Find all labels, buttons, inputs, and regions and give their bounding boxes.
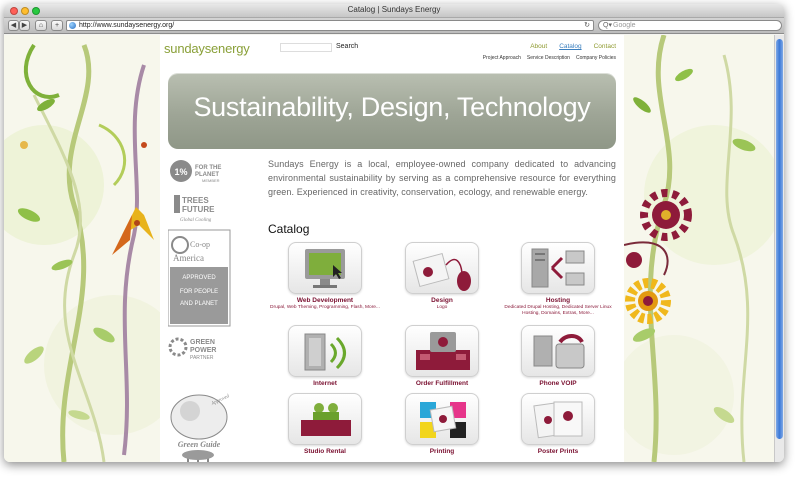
web-viewport: sundaysenergy Search About Catalog Conta… <box>4 35 774 462</box>
forward-button[interactable]: ▶ <box>19 20 30 31</box>
svg-text:FOR THE: FOR THE <box>195 165 221 171</box>
svg-text:TREES: TREES <box>182 196 209 205</box>
svg-text:Green Guide: Green Guide <box>178 440 221 449</box>
tree-badge <box>182 450 214 462</box>
svg-text:FUTURE: FUTURE <box>182 205 215 214</box>
catalog-item-order-fulfillment[interactable] <box>405 325 479 377</box>
catalog-label-phone-voip[interactable]: Phone VOIP <box>503 380 613 387</box>
google-search-field[interactable]: Q▾ Google <box>598 20 782 31</box>
nav-contact[interactable]: Contact <box>594 43 616 50</box>
catalog-desc-hosting: Dedicated Drupal Hosting, Dedicated Serv… <box>504 305 612 316</box>
scrollbar-thumb[interactable] <box>776 39 783 439</box>
site-search-input[interactable] <box>280 43 332 52</box>
catalog-item-studio-rental[interactable] <box>288 393 362 445</box>
home-icon: ⌂ <box>38 22 44 29</box>
svg-text:AND PLANET: AND PLANET <box>180 301 218 307</box>
forward-arrow-icon: ▶ <box>21 22 28 29</box>
svg-text:Global Cooling: Global Cooling <box>180 218 212 223</box>
address-bar[interactable]: http://www.sundaysenergy.org/ ↻ <box>66 20 594 31</box>
catalog-label-poster-prints[interactable]: Poster Prints <box>503 448 613 455</box>
subnav-project-approach[interactable]: Project Approach <box>483 55 521 61</box>
catalog-item-phone-voip[interactable] <box>521 325 595 377</box>
printing-cmyk-icon <box>420 402 466 438</box>
hero-title: Sustainability, Design, Technology <box>193 92 591 122</box>
coop-america-badge[interactable]: Co-op America APPROVED FOR PEOPLE AND PL… <box>168 229 231 327</box>
left-floral-decoration <box>4 35 160 462</box>
one-percent-badge[interactable]: 1% FOR THE PLANET MEMBER <box>170 160 221 183</box>
url-text: http://www.sundaysenergy.org/ <box>79 22 175 29</box>
hero-banner: Sustainability, Design, Technology <box>168 73 616 149</box>
poster-prints-icon <box>533 401 583 439</box>
svg-text:1%: 1% <box>174 167 187 177</box>
svg-text:MEMBER: MEMBER <box>202 178 220 183</box>
site-page: sundaysenergy Search About Catalog Conta… <box>160 35 624 462</box>
catalog-label-design[interactable]: Design <box>387 297 497 304</box>
catalog-item-design[interactable] <box>405 242 479 294</box>
back-arrow-icon: ◀ <box>10 22 17 29</box>
catalog-item-web-development[interactable] <box>288 242 362 294</box>
svg-text:GREEN: GREEN <box>190 339 215 346</box>
design-mouse-icon <box>412 252 471 291</box>
google-search-placeholder: Google <box>613 22 636 29</box>
svg-text:PARTNER: PARTNER <box>190 355 214 361</box>
back-button[interactable]: ◀ <box>8 20 19 31</box>
trees-for-future-badge[interactable]: TREES FUTURE Global Cooling <box>174 195 215 223</box>
subnav-service-description[interactable]: Service Description <box>527 55 570 61</box>
catalog-heading: Catalog <box>268 222 310 236</box>
catalog-label-printing[interactable]: Printing <box>387 448 497 455</box>
vertical-scrollbar[interactable] <box>774 35 784 462</box>
catalog-item-internet[interactable] <box>288 325 362 377</box>
catalog-label-internet[interactable]: Internet <box>270 380 380 387</box>
svg-text:America: America <box>173 253 204 263</box>
green-guide-badge[interactable]: Approved Green Guide <box>170 394 231 449</box>
catalog-label-hosting[interactable]: Hosting <box>503 297 613 304</box>
svg-text:FOR PEOPLE: FOR PEOPLE <box>180 289 218 295</box>
nav-about[interactable]: About <box>530 43 547 50</box>
intro-paragraph: Sundays Energy is a local, employee-owne… <box>268 159 616 197</box>
magnifier-icon: Q▾ <box>603 22 612 29</box>
green-power-partner-badge[interactable]: GREEN POWER PARTNER <box>168 337 216 361</box>
voip-phone-icon <box>533 334 585 369</box>
svg-text:POWER: POWER <box>190 347 216 354</box>
catalog-item-hosting[interactable] <box>521 242 595 294</box>
catalog-desc-web-development: Drupal, Web Theming, Programming, Flash,… <box>270 305 380 310</box>
browser-toolbar: ◀ ▶ ⌂ + http://www.sundaysenergy.org/ ↻ … <box>4 18 784 34</box>
svg-text:Co-op: Co-op <box>190 240 210 249</box>
home-button[interactable]: ⌂ <box>35 20 47 31</box>
subnav-company-policies[interactable]: Company Policies <box>576 55 616 61</box>
catalog-label-studio-rental[interactable]: Studio Rental <box>270 448 380 455</box>
catalog-label-web-development[interactable]: Web Development <box>270 297 380 304</box>
nav-catalog[interactable]: Catalog <box>559 43 581 50</box>
catalog-item-poster-prints[interactable] <box>521 393 595 445</box>
monitor-cursor-icon <box>305 249 345 288</box>
studio-desk-icon <box>301 403 351 436</box>
top-navigation: About Catalog Contact <box>530 43 616 50</box>
catalog-item-printing[interactable] <box>405 393 479 445</box>
router-wifi-icon <box>304 333 346 371</box>
svg-text:APPROVED: APPROVED <box>182 275 216 281</box>
site-search-button[interactable]: Search <box>336 43 358 50</box>
plus-icon: + <box>54 22 60 29</box>
catalog-desc-design: Logo <box>436 305 448 310</box>
title-bar: Catalog | Sundays Energy <box>4 4 784 18</box>
right-floral-decoration <box>624 35 774 462</box>
catalog-label-order-fulfillment[interactable]: Order Fulfillment <box>387 380 497 387</box>
sub-navigation: Project Approach Service Description Com… <box>483 55 616 61</box>
site-globe-icon <box>69 22 76 29</box>
site-logo[interactable]: sundaysenergy <box>164 41 250 56</box>
browser-window: Catalog | Sundays Energy ◀ ▶ ⌂ + http://… <box>4 4 784 462</box>
window-title: Catalog | Sundays Energy <box>347 5 441 14</box>
reload-icon[interactable]: ↻ <box>584 21 590 29</box>
server-network-icon <box>531 248 585 288</box>
partner-badges: 1% FOR THE PLANET MEMBER TREES FUTURE Gl… <box>168 160 231 462</box>
add-bookmark-button[interactable]: + <box>51 20 63 31</box>
storefront-icon <box>416 332 470 370</box>
